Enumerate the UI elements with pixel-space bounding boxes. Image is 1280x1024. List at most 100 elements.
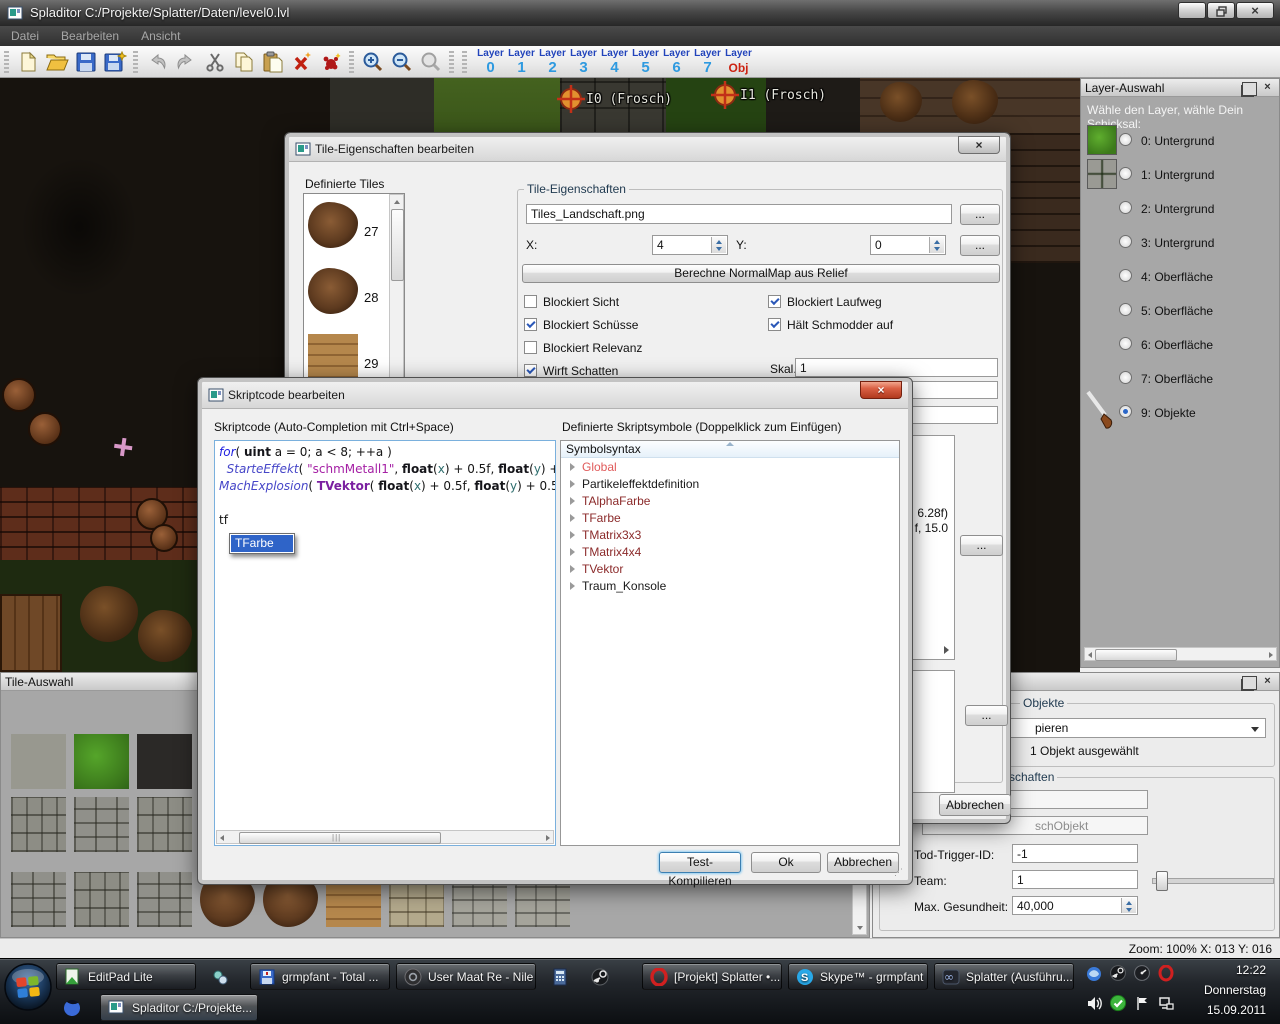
checkbox-unchecked[interactable] — [524, 295, 537, 308]
taskbar-button[interactable]: User Maat Re - Nile — [396, 963, 536, 990]
test-compile-button[interactable]: Test-Kompilieren — [659, 852, 741, 873]
layer-6-button[interactable]: Layer6 — [661, 47, 692, 75]
clock-time[interactable]: 12:22 — [1236, 963, 1266, 977]
flag-icon[interactable] — [1134, 995, 1151, 1012]
code-editor[interactable]: for( uint a = 0; a < 8; ++a ) StarteEffe… — [214, 440, 556, 846]
save-file-as-icon[interactable] — [100, 48, 129, 75]
expand-arrow-icon[interactable] — [570, 514, 575, 522]
layer-row-6[interactable]: 6: Oberfläche — [1083, 329, 1279, 361]
tree-item-TVektor[interactable]: TVektor — [561, 560, 899, 577]
layer-4-button[interactable]: Layer4 — [599, 47, 630, 75]
layer-radio-1[interactable] — [1119, 167, 1132, 180]
layer-Obj-button[interactable]: LayerObj — [723, 47, 754, 75]
tile-swatch-cobble[interactable] — [137, 797, 192, 852]
normalmap-button[interactable]: Berechne NormalMap aus Relief — [522, 264, 1000, 283]
checkbox-checked[interactable] — [768, 318, 781, 331]
team-slider[interactable] — [1152, 878, 1274, 884]
layer-1-button[interactable]: Layer1 — [506, 47, 537, 75]
save-file-icon[interactable] — [71, 48, 100, 75]
layer-row-2[interactable]: 2: Untergrund — [1083, 193, 1279, 225]
tile-dialog-titlebar[interactable]: Tile-Eigenschaften bearbeiten × — [289, 137, 1006, 162]
x-input[interactable]: 4 — [652, 235, 728, 255]
restore-button[interactable] — [1207, 2, 1235, 19]
tile-swatch-grass[interactable] — [74, 734, 129, 789]
layer-radio-0[interactable] — [1119, 133, 1132, 146]
y-spinner[interactable] — [929, 237, 944, 253]
steam-tray-icon[interactable] — [1110, 965, 1127, 982]
start-button[interactable] — [3, 962, 53, 1015]
new-file-icon[interactable] — [13, 48, 42, 75]
minimize-button[interactable] — [1178, 2, 1206, 19]
layer-row-4[interactable]: 4: Oberfläche — [1083, 261, 1279, 293]
tileset-filename-input[interactable]: Tiles_Landschaft.png — [526, 204, 952, 224]
symbols-tree[interactable]: Symbolsyntax GlobalPartikeleffektdefinit… — [560, 440, 900, 846]
x-spinner[interactable] — [711, 237, 726, 253]
network-icon[interactable] — [1158, 995, 1175, 1012]
menu-ansicht[interactable]: Ansicht — [130, 26, 191, 46]
tree-item-Global[interactable]: Global — [561, 458, 899, 475]
edit-script-button-2[interactable]: ... — [965, 705, 1008, 726]
tile-swatch-cobble2[interactable] — [11, 872, 66, 927]
layer-0-button[interactable]: Layer0 — [475, 47, 506, 75]
close-panel-icon[interactable]: × — [1261, 82, 1274, 94]
menu-bearbeiten[interactable]: Bearbeiten — [50, 26, 130, 46]
delete-icon[interactable] — [287, 48, 316, 75]
expand-arrow-icon[interactable] — [570, 480, 575, 488]
resize-grip[interactable]: ⋰ — [894, 867, 904, 878]
object-prop-input[interactable]: 1 — [1012, 870, 1138, 889]
expand-arrow-icon[interactable] — [570, 582, 575, 590]
expand-arrow-icon[interactable] — [944, 646, 949, 654]
object-prop-input[interactable]: -1 — [1012, 844, 1138, 863]
close-button[interactable]: × — [1236, 2, 1274, 19]
slider-handle[interactable] — [1156, 871, 1168, 891]
taskbar-button-active[interactable]: Spladitor C:/Projekte... — [100, 994, 258, 1021]
expand-arrow-icon[interactable] — [570, 565, 575, 573]
checkbox-checked[interactable] — [524, 318, 537, 331]
tree-item-Partikeleffektdefinition[interactable]: Partikeleffektdefinition — [561, 475, 899, 492]
layer-radio-3[interactable] — [1119, 235, 1132, 248]
checkbox-checked[interactable] — [524, 364, 537, 377]
tile-swatch-asphalt[interactable] — [137, 734, 192, 789]
layer-row-1[interactable]: 1: Untergrund — [1083, 159, 1279, 191]
object-prop-input[interactable]: 40,000 — [1012, 896, 1138, 915]
paste-icon[interactable] — [258, 48, 287, 75]
layer-radio-6[interactable] — [1119, 337, 1132, 350]
symbols-tree-header[interactable]: Symbolsyntax — [561, 441, 899, 458]
layer-radio-5[interactable] — [1119, 303, 1132, 316]
close-panel-icon[interactable]: × — [1261, 676, 1274, 688]
clock-date[interactable]: 15.09.2011 — [1207, 1003, 1266, 1017]
zoom-out-icon[interactable] — [387, 48, 416, 75]
ok-button[interactable]: Ok — [751, 852, 821, 873]
zoom-reset-icon[interactable] — [416, 48, 445, 75]
layer-row-0[interactable]: 0: Untergrund — [1083, 125, 1279, 157]
opera-tray-icon[interactable] — [1158, 965, 1175, 982]
tile-swatch-plain[interactable] — [11, 734, 66, 789]
layer-row-3[interactable]: 3: Untergrund — [1083, 227, 1279, 259]
taskbar-button[interactable]: grmpfant - Total ... — [250, 963, 390, 990]
taskbar-button[interactable]: ∞Splatter (Ausführu... — [934, 963, 1074, 990]
layer-5-button[interactable]: Layer5 — [630, 47, 661, 75]
edit-script-button[interactable]: ... — [960, 535, 1003, 556]
open-file-icon[interactable] — [42, 48, 71, 75]
browse-xy-button[interactable]: ... — [960, 235, 1000, 256]
object-marker-1[interactable]: I1 (Frosch) — [710, 80, 740, 113]
tree-item-TMatrix4x4[interactable]: TMatrix4x4 — [561, 543, 899, 560]
link-icon[interactable] — [208, 965, 232, 989]
skal-input[interactable]: 1 — [795, 358, 998, 377]
y-input[interactable]: 0 — [870, 235, 946, 255]
menu-datei[interactable]: Datei — [0, 26, 50, 46]
antivirus-icon[interactable] — [1110, 995, 1127, 1012]
tile-swatch-cobble[interactable] — [74, 872, 129, 927]
taskbar-button[interactable]: [Projekt] Splatter •... — [642, 963, 782, 990]
checkbox-unchecked[interactable] — [524, 341, 537, 354]
script-dialog-titlebar[interactable]: Skriptcode bearbeiten × — [202, 382, 908, 409]
layer-row-5[interactable]: 5: Oberfläche — [1083, 295, 1279, 327]
crescent-icon[interactable] — [60, 996, 84, 1020]
messenger-icon[interactable] — [1086, 965, 1103, 982]
undo-icon[interactable] — [142, 48, 171, 75]
tile-swatch-cobble2[interactable] — [74, 797, 129, 852]
code-hscrollbar[interactable]: ||| — [216, 830, 554, 844]
value-spinner[interactable] — [1121, 898, 1136, 913]
layer-radio-8[interactable] — [1119, 405, 1132, 418]
taskbar-button[interactable]: EditPad Lite — [56, 963, 196, 990]
